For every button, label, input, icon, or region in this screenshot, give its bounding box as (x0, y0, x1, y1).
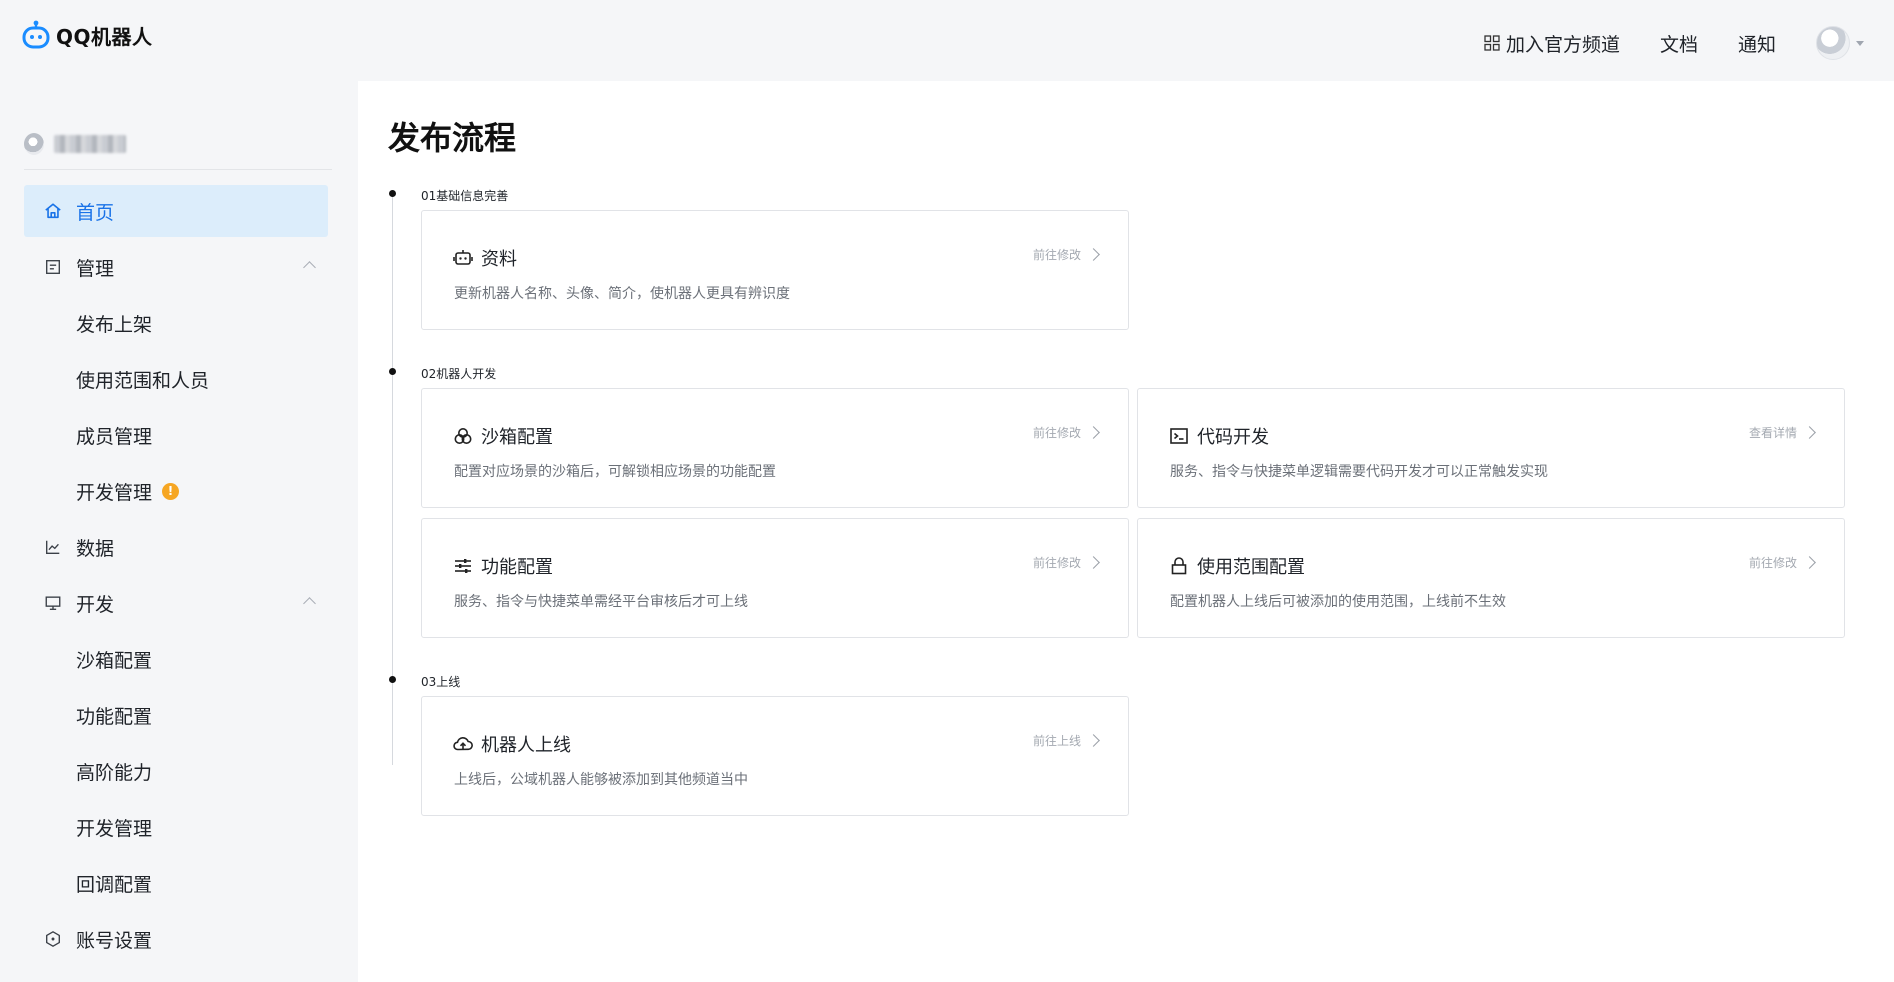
hexagon-icon (46, 931, 60, 947)
card-action-link[interactable]: 前往上线 (1032, 732, 1100, 749)
chart-icon (46, 540, 60, 554)
notify-link[interactable]: 通知 (1738, 30, 1776, 57)
sidebar: 首页 管理 发布上架 使用范围和人员 成员管理 开发管理 ! 数据 开发 沙箱配… (0, 80, 356, 982)
section-label-dev: 02机器人开发 (421, 367, 497, 381)
terminal-icon (1170, 428, 1188, 444)
page-title: 发布流程 (388, 119, 517, 157)
card-description: 服务、指令与快捷菜单需经平台审核后才可上线 (454, 594, 748, 610)
card-scope: 使用范围配置 配置机器人上线后可被添加的使用范围，上线前不生效 前往修改 (1137, 518, 1845, 638)
user-menu[interactable] (1816, 26, 1864, 60)
card-action-label: 前往修改 (1032, 426, 1081, 440)
card-action-label: 前往修改 (1748, 556, 1797, 570)
card-description: 上线后，公域机器人能够被添加到其他频道当中 (454, 772, 748, 788)
sidebar-item-develop[interactable]: 开发 (24, 577, 328, 629)
main-panel: 发布流程 01基础信息完善 资料 更新机器人名称、头像、简介，使机器人更具有辨识… (358, 81, 1894, 982)
section-label-launch: 03上线 (421, 675, 461, 689)
lock-icon (1171, 557, 1187, 575)
document-icon (46, 260, 60, 274)
logo-text: QQ机器人 (56, 24, 153, 49)
card-feature: 功能配置 服务、指令与快捷菜单需经平台审核后才可上线 前往修改 (421, 518, 1129, 638)
docs-link[interactable]: 文档 (1660, 30, 1698, 57)
bot-name-blurred (54, 134, 126, 153)
circles-icon (454, 428, 472, 444)
timeline-dot (389, 676, 396, 683)
robot-icon (453, 250, 473, 265)
card-action-label: 前往修改 (1032, 248, 1081, 262)
sidebar-item-label: 数据 (76, 537, 115, 560)
sidebar-item-dev-manage[interactable]: 开发管理 ! (24, 465, 328, 517)
bot-avatar (24, 132, 44, 155)
card-profile: 资料 更新机器人名称、头像、简介，使机器人更具有辨识度 前往修改 (421, 210, 1129, 330)
chevron-right-icon (1087, 426, 1100, 439)
card-title: 功能配置 (481, 557, 553, 578)
robot-logo-icon (22, 20, 50, 49)
warning-badge-icon: ! (162, 482, 180, 500)
sidebar-item-callback[interactable]: 回调配置 (24, 857, 328, 909)
chevron-right-icon (1087, 734, 1100, 747)
sliders-icon (455, 559, 471, 573)
card-title: 资料 (481, 249, 517, 270)
monitor-icon (45, 596, 61, 610)
sidebar-item-data[interactable]: 数据 (24, 521, 328, 573)
chevron-up-icon (303, 261, 316, 274)
caret-down-icon (1856, 40, 1864, 46)
sidebar-item-label: 账号设置 (76, 929, 153, 952)
sidebar-item-label: 管理 (76, 257, 115, 280)
card-action-link[interactable]: 前往修改 (1032, 246, 1100, 263)
sidebar-item-manage[interactable]: 管理 (24, 241, 328, 293)
card-description: 服务、指令与快捷菜单逻辑需要代码开发才可以正常触发实现 (1170, 464, 1548, 480)
sidebar-item-members[interactable]: 成员管理 (24, 409, 328, 461)
join-channel-link[interactable]: 加入官方频道 (1484, 30, 1620, 57)
timeline-dot (389, 368, 396, 375)
card-launch: 机器人上线 上线后，公域机器人能够被添加到其他频道当中 前往上线 (421, 696, 1129, 816)
card-action-label: 查看详情 (1748, 426, 1797, 440)
card-action-link[interactable]: 前往修改 (1032, 424, 1100, 441)
sidebar-item-scope-members[interactable]: 使用范围和人员 (24, 353, 328, 405)
card-action-label: 前往上线 (1032, 734, 1081, 748)
top-bar: QQ机器人 加入官方频道 文档 通知 (0, 0, 1894, 80)
card-title: 代码开发 (1197, 427, 1269, 448)
avatar (1816, 26, 1850, 60)
chevron-right-icon (1087, 556, 1100, 569)
sidebar-item-feature-config[interactable]: 功能配置 (24, 689, 328, 741)
card-sandbox: 沙箱配置 配置对应场景的沙箱后，可解锁相应场景的功能配置 前往修改 (421, 388, 1129, 508)
logo[interactable]: QQ机器人 (22, 20, 153, 50)
sidebar-item-home[interactable]: 首页 (24, 185, 328, 237)
card-title: 机器人上线 (481, 735, 571, 756)
sidebar-item-account[interactable]: 账号设置 (24, 913, 328, 965)
sidebar-item-label: 首页 (76, 201, 115, 224)
card-title: 沙箱配置 (481, 427, 553, 448)
card-action-link[interactable]: 前往修改 (1032, 554, 1100, 571)
card-code: 代码开发 服务、指令与快捷菜单逻辑需要代码开发才可以正常触发实现 查看详情 (1137, 388, 1845, 508)
chevron-right-icon (1803, 556, 1816, 569)
card-title: 使用范围配置 (1197, 557, 1305, 578)
sidebar-item-sandbox[interactable]: 沙箱配置 (24, 633, 328, 685)
card-action-label: 前往修改 (1032, 556, 1081, 570)
sidebar-item-publish[interactable]: 发布上架 (24, 297, 328, 349)
sidebar-item-label: 开发管理 (76, 481, 153, 504)
sidebar-item-dev-manage-2[interactable]: 开发管理 (24, 801, 328, 853)
chevron-right-icon (1087, 248, 1100, 261)
bot-profile (24, 124, 332, 170)
timeline-dot (389, 190, 396, 197)
cloud-upload-icon (453, 737, 473, 751)
card-description: 配置机器人上线后可被添加的使用范围，上线前不生效 (1170, 594, 1506, 610)
chevron-up-icon (303, 597, 316, 610)
join-channel-label: 加入官方频道 (1505, 33, 1620, 56)
sidebar-nav: 首页 管理 发布上架 使用范围和人员 成员管理 开发管理 ! 数据 开发 沙箱配… (24, 185, 328, 969)
sidebar-item-label: 开发 (76, 593, 115, 616)
card-description: 配置对应场景的沙箱后，可解锁相应场景的功能配置 (454, 464, 776, 480)
home-icon (45, 203, 61, 219)
sidebar-item-advanced[interactable]: 高阶能力 (24, 745, 328, 797)
grid-icon (1484, 35, 1500, 51)
card-description: 更新机器人名称、头像、简介，使机器人更具有辨识度 (454, 286, 790, 302)
card-action-link[interactable]: 查看详情 (1748, 424, 1816, 441)
chevron-right-icon (1803, 426, 1816, 439)
section-label-basic: 01基础信息完善 (421, 189, 509, 203)
card-action-link[interactable]: 前往修改 (1748, 554, 1816, 571)
